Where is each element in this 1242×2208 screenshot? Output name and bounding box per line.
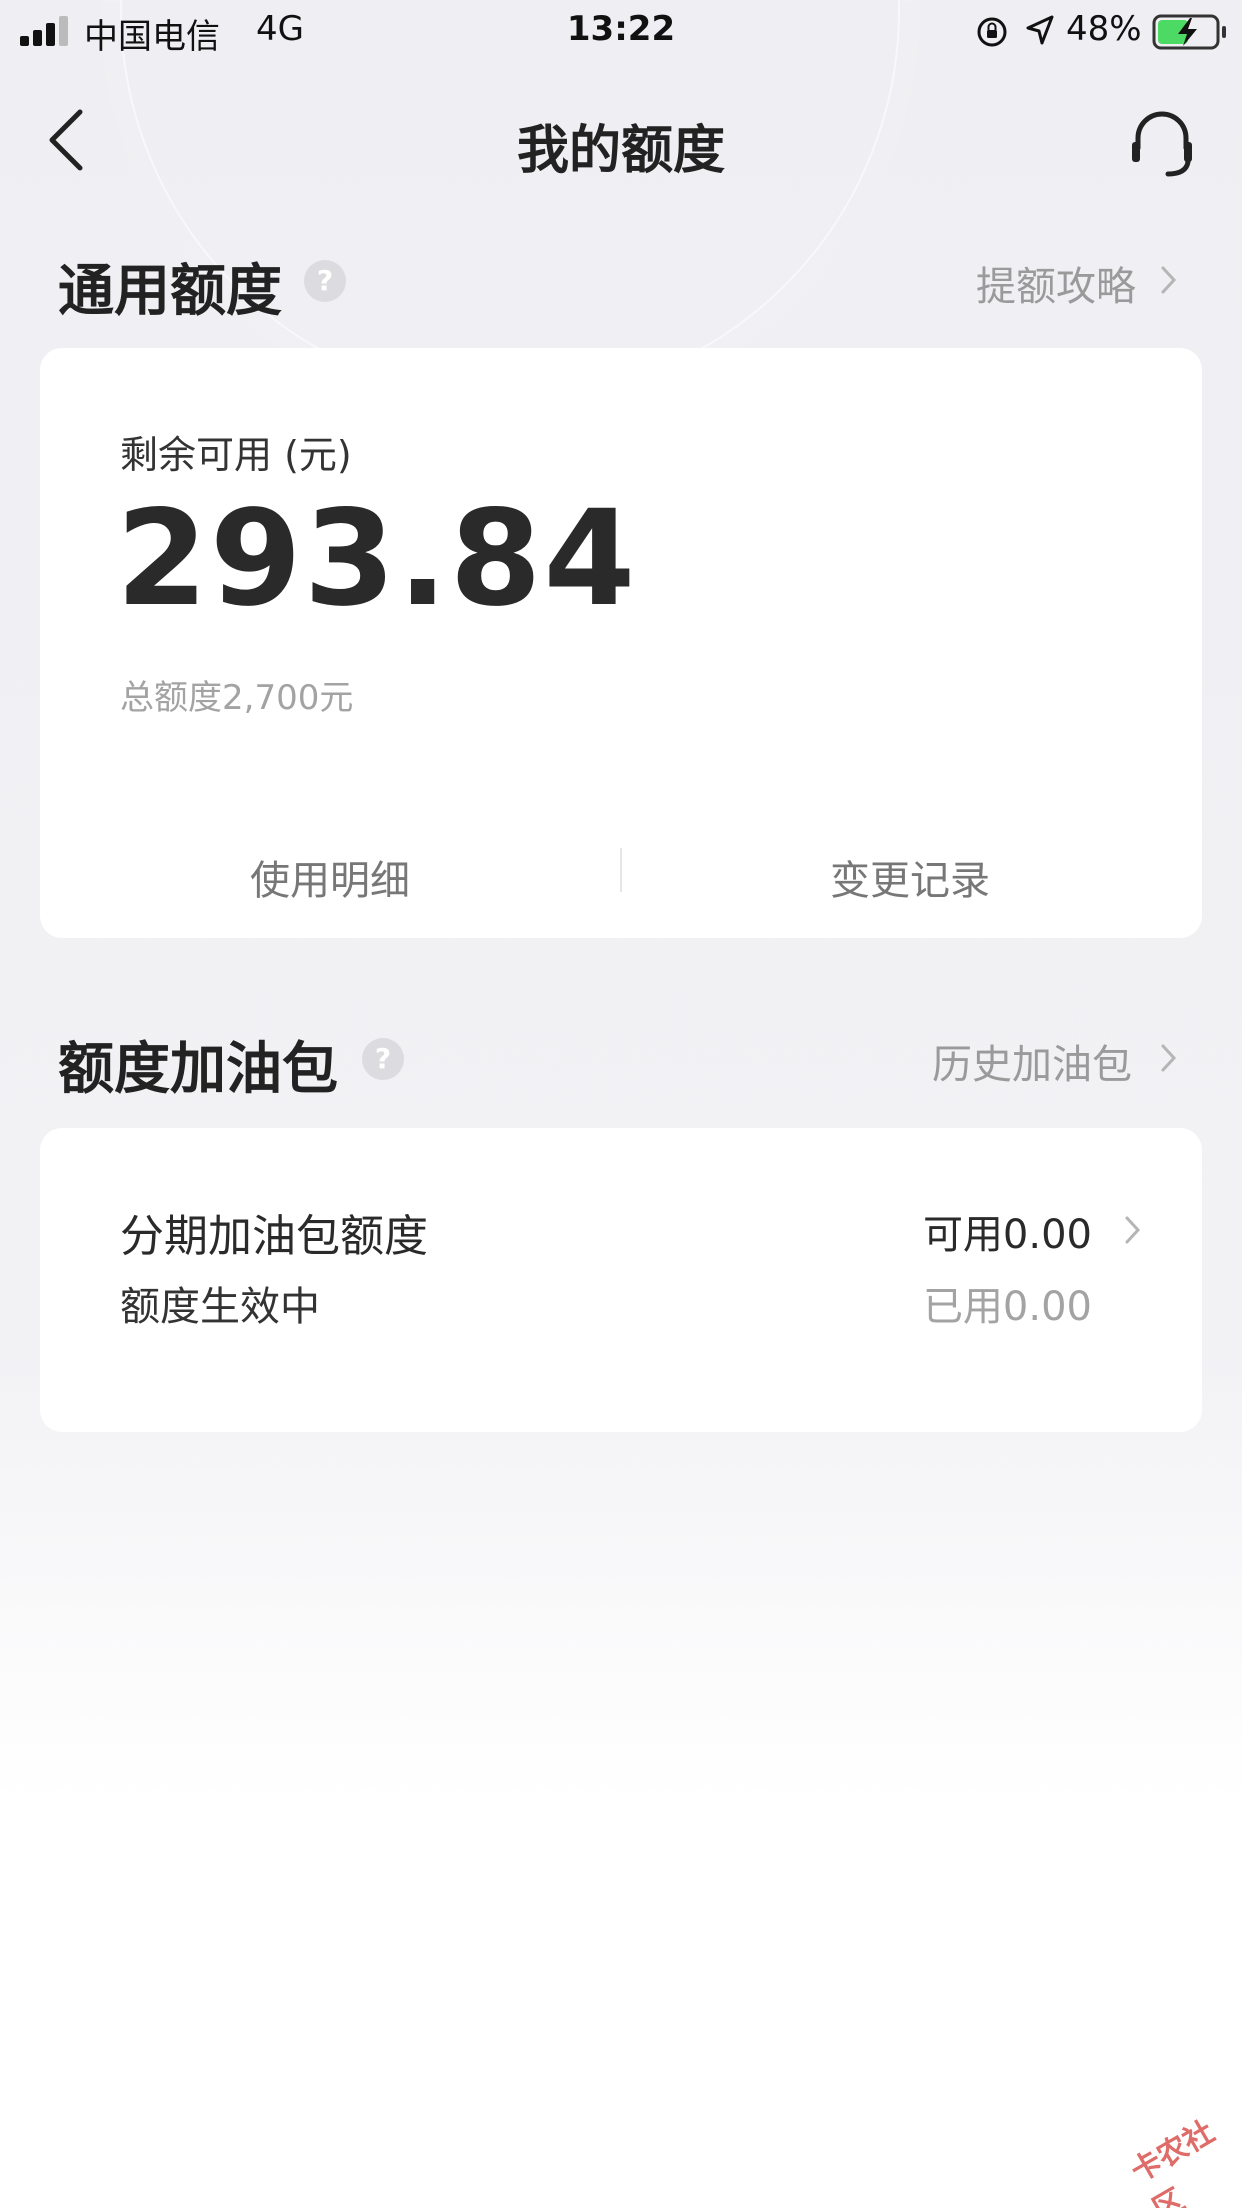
chevron-right-icon[interactable] bbox=[1158, 262, 1180, 298]
location-icon bbox=[1026, 15, 1054, 45]
battery-charging-icon bbox=[1152, 14, 1226, 50]
general-quota-card: 剩余可用 (元) 293.84 总额度2,700元 使用明细 变更记录 bbox=[40, 348, 1202, 938]
general-quota-title: 通用额度 bbox=[58, 259, 282, 324]
quota-tips-link[interactable]: 提额攻略 bbox=[976, 254, 1136, 312]
battery-percentage: 48% bbox=[1066, 9, 1142, 49]
status-bar: 中国电信 4G 13:22 48% bbox=[0, 0, 1242, 62]
watermark: 卡农社区 bbox=[1125, 2114, 1221, 2208]
remaining-amount: 293.84 bbox=[116, 482, 638, 636]
chevron-right-icon[interactable] bbox=[1158, 1040, 1180, 1076]
boost-pack-status: 额度生效中 bbox=[120, 1284, 320, 1330]
general-quota-help-icon[interactable]: ? bbox=[304, 260, 346, 302]
history-boost-pack-link[interactable]: 历史加油包 bbox=[932, 1032, 1132, 1090]
boost-pack-name: 分期加油包额度 bbox=[120, 1211, 428, 1262]
boost-pack-title: 额度加油包 bbox=[58, 1037, 338, 1102]
total-quota-label: 总额度2,700元 bbox=[120, 678, 354, 718]
boost-pack-used: 已用0.00 bbox=[922, 1284, 1092, 1330]
usage-details-button[interactable]: 使用明细 bbox=[150, 848, 510, 906]
action-divider bbox=[620, 848, 622, 892]
boost-pack-help-icon[interactable]: ? bbox=[362, 1038, 404, 1080]
change-history-button[interactable]: 变更记录 bbox=[730, 848, 1090, 906]
boost-pack-available: 可用0.00 bbox=[922, 1212, 1092, 1258]
boost-pack-card[interactable]: 分期加油包额度 额度生效中 可用0.00 已用0.00 bbox=[40, 1128, 1202, 1432]
orientation-lock-icon bbox=[977, 17, 1007, 47]
customer-service-icon[interactable] bbox=[1124, 104, 1200, 180]
remaining-label: 剩余可用 (元) bbox=[120, 433, 352, 477]
chevron-right-icon[interactable] bbox=[1122, 1212, 1144, 1248]
page-title: 我的额度 bbox=[516, 121, 725, 181]
